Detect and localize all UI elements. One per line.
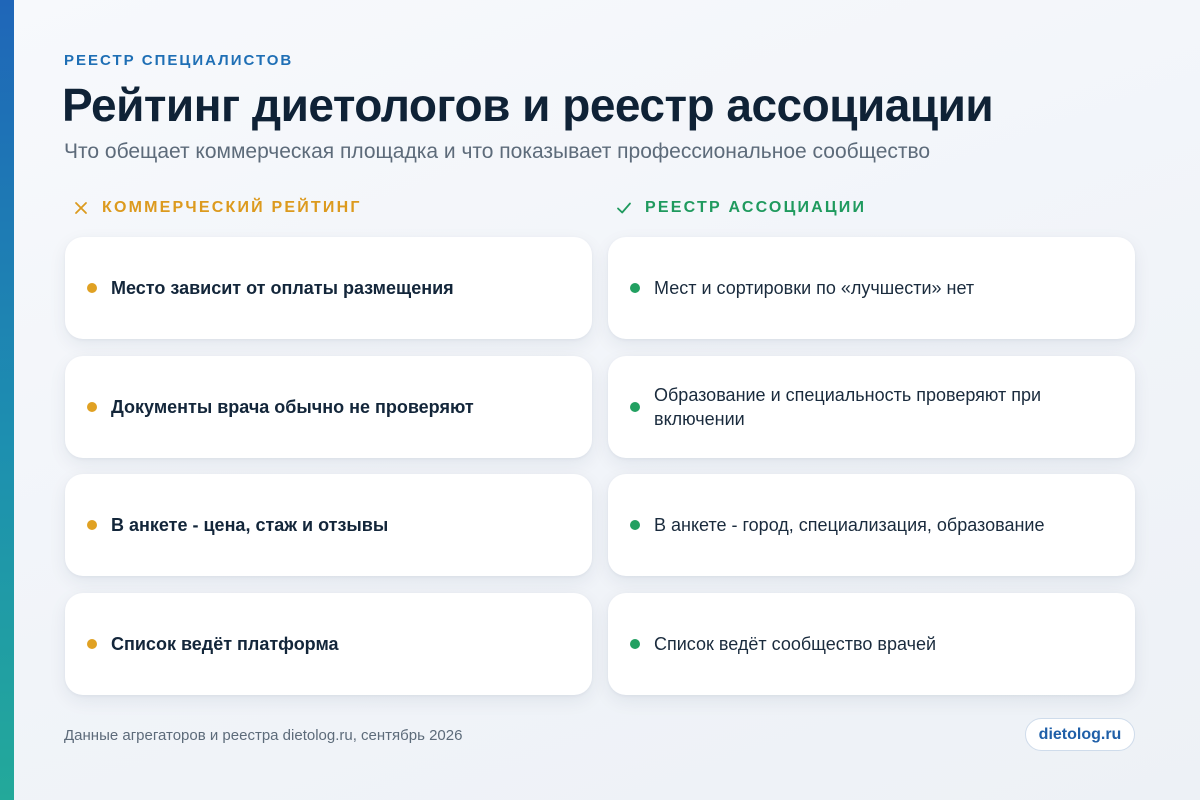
commercial-column-title: КОММЕРЧЕСКИЙ РЕЙТИНГ	[102, 199, 362, 216]
card-text: Документы врача обычно не проверяют	[111, 396, 474, 417]
registry-column-title: РЕЕСТР АССОЦИАЦИИ	[645, 199, 867, 216]
site-badge-link[interactable]: dietolog.ru	[1025, 718, 1135, 751]
bullet-dot	[87, 283, 97, 293]
registry-card-list: Мест и сортировки по «лучшести» нет Обра…	[608, 237, 1135, 712]
bullet-dot	[630, 639, 640, 650]
card-text: В анкете - цена, стаж и отзывы	[111, 515, 389, 536]
registry-card: Мест и сортировки по «лучшести» нет	[608, 237, 1135, 339]
page-title: Рейтинг диетологов и реестр ассоциации	[62, 79, 994, 131]
commercial-column-header: КОММЕРЧЕСКИЙ РЕЙТИНГ	[72, 196, 362, 220]
commercial-card: Список ведёт платформа	[65, 593, 592, 696]
registry-card: Образование и специальность проверяют пр…	[608, 355, 1135, 458]
card-text: Список ведёт платформа	[111, 634, 339, 655]
bullet-dot	[87, 520, 97, 531]
card-text: Образование и специальность проверяют пр…	[654, 384, 1042, 429]
commercial-card: Документы врача обычно не проверяют	[65, 355, 592, 458]
commercial-card: Место зависит от оплаты размещения	[65, 237, 592, 339]
commercial-card: В анкете - цена, стаж и отзывы	[65, 474, 592, 577]
bullet-dot	[630, 520, 640, 531]
bullet-dot	[87, 401, 97, 412]
card-text: Мест и сортировки по «лучшести» нет	[654, 278, 975, 298]
accent-bar	[0, 0, 14, 800]
commercial-card-list: Место зависит от оплаты размещения Докум…	[65, 237, 592, 712]
section-eyebrow: РЕЕСТР СПЕЦИАЛИСТОВ	[64, 52, 294, 69]
bullet-dot	[630, 283, 640, 293]
bullet-dot	[630, 401, 640, 412]
card-text: В анкете - город, специализация, образов…	[654, 515, 1045, 536]
source-note: Данные агрегаторов и реестра dietolog.ru…	[64, 727, 463, 744]
cross-icon	[75, 202, 87, 214]
registry-column-header: РЕЕСТР АССОЦИАЦИИ	[615, 196, 866, 220]
card-text: Список ведёт сообщество врачей	[654, 634, 937, 655]
card-text: Место зависит от оплаты размещения	[111, 278, 454, 298]
check-icon	[617, 202, 631, 214]
page-subtitle: Что обещает коммерческая площадка и что …	[64, 140, 931, 163]
registry-card: Список ведёт сообщество врачей	[608, 593, 1135, 696]
bullet-dot	[87, 639, 97, 650]
registry-card: В анкете - город, специализация, образов…	[608, 474, 1135, 577]
